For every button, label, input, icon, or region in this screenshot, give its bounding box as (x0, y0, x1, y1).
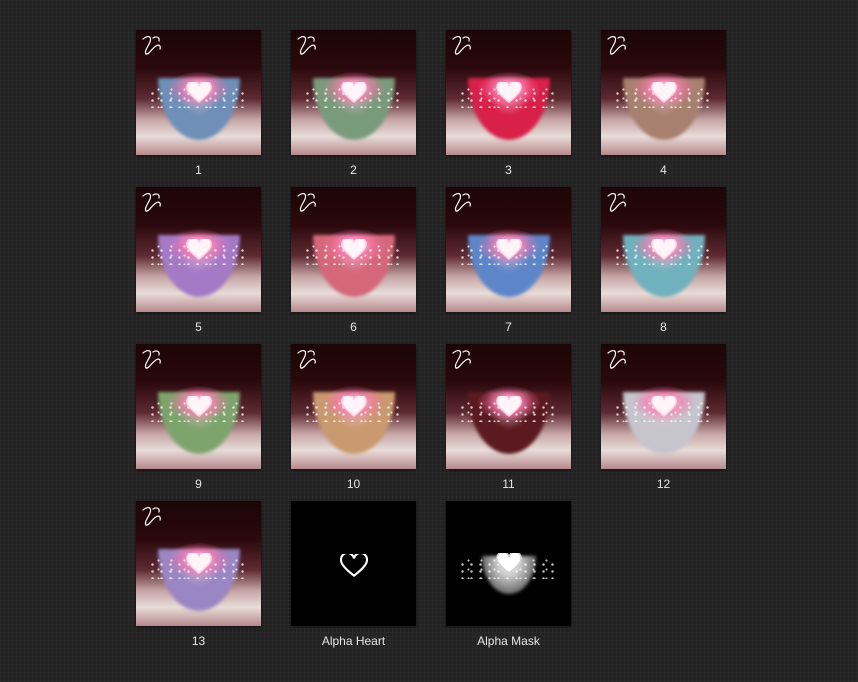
signature-logo (297, 350, 316, 369)
heart-icon (186, 239, 212, 260)
heart-icon (186, 82, 212, 103)
heart-icon (496, 553, 522, 574)
thumbnail-image[interactable] (601, 344, 726, 469)
thumbnail-1[interactable]: 1 (136, 30, 261, 177)
signature-logo (607, 193, 626, 212)
heart-icon (341, 239, 367, 260)
thumbnail-image[interactable] (446, 30, 571, 155)
signature-logo (142, 36, 161, 55)
thumbnail-2[interactable]: 2 (291, 30, 416, 177)
thumbnail-image[interactable] (291, 501, 416, 626)
thumbnail-8[interactable]: 8 (601, 187, 726, 334)
signature-logo (142, 350, 161, 369)
thumbnail-11[interactable]: 11 (446, 344, 571, 491)
thumbnail-label: 3 (505, 163, 512, 177)
heart-icon (651, 396, 677, 417)
thumbnail-label: 5 (195, 320, 202, 334)
thumbnail-label: 9 (195, 477, 202, 491)
thumbnail-label: 8 (660, 320, 667, 334)
thumbnail-image[interactable] (136, 30, 261, 155)
thumbnail-image[interactable] (136, 501, 261, 626)
thumbnail-label: 12 (656, 477, 671, 491)
thumbnail-label: Alpha Mask (477, 634, 540, 648)
thumbnail-image[interactable] (291, 30, 416, 155)
signature-logo (607, 350, 626, 369)
heart-icon (496, 82, 522, 103)
thumbnail-4[interactable]: 4 (601, 30, 726, 177)
heart-icon (496, 239, 522, 260)
thumbnail-label: 11 (502, 477, 515, 491)
thumbnail-image[interactable] (136, 187, 261, 312)
thumbnail-image[interactable] (291, 344, 416, 469)
thumbnail-alpha-heart[interactable]: Alpha Heart (291, 501, 416, 648)
thumbnail-13[interactable]: 13 (136, 501, 261, 648)
thumbnail-label: 1 (195, 163, 202, 177)
thumbnail-7[interactable]: 7 (446, 187, 571, 334)
heart-icon (186, 553, 212, 574)
thumbnail-label: 10 (346, 477, 361, 491)
heart-icon (496, 396, 522, 417)
thumbnail-label: 2 (350, 163, 357, 177)
thumbnail-image[interactable] (446, 501, 571, 626)
heart-icon (186, 396, 212, 417)
signature-logo (297, 36, 316, 55)
thumbnail-grid: 1 2 3 4 5 6 7 8 9 10 11 12 13 Alpha Hear… (0, 0, 858, 682)
heart-icon (341, 396, 367, 417)
thumbnail-10[interactable]: 10 (291, 344, 416, 491)
signature-logo (297, 193, 316, 212)
thumbnail-image[interactable] (601, 187, 726, 312)
signature-logo (142, 507, 161, 526)
thumbnail-label: 6 (350, 320, 357, 334)
heart-icon (341, 82, 367, 103)
signature-logo (607, 36, 626, 55)
signature-logo (452, 193, 471, 212)
thumbnail-image[interactable] (446, 187, 571, 312)
heart-outline-icon (340, 554, 368, 578)
thumbnail-label: Alpha Heart (321, 634, 386, 648)
thumbnail-alpha-mask[interactable]: Alpha Mask (446, 501, 571, 648)
heart-icon (651, 82, 677, 103)
thumbnail-image[interactable] (136, 344, 261, 469)
thumbnail-6[interactable]: 6 (291, 187, 416, 334)
thumbnail-label: 4 (660, 163, 667, 177)
thumbnail-image[interactable] (601, 30, 726, 155)
heart-icon (651, 239, 677, 260)
signature-logo (452, 350, 471, 369)
signature-logo (142, 193, 161, 212)
thumbnail-label: 7 (505, 320, 512, 334)
thumbnail-image[interactable] (446, 344, 571, 469)
thumbnail-3[interactable]: 3 (446, 30, 571, 177)
signature-logo (452, 36, 471, 55)
thumbnail-image[interactable] (291, 187, 416, 312)
thumbnail-5[interactable]: 5 (136, 187, 261, 334)
thumbnail-12[interactable]: 12 (601, 344, 726, 491)
thumbnail-9[interactable]: 9 (136, 344, 261, 491)
thumbnail-label: 13 (191, 634, 206, 648)
